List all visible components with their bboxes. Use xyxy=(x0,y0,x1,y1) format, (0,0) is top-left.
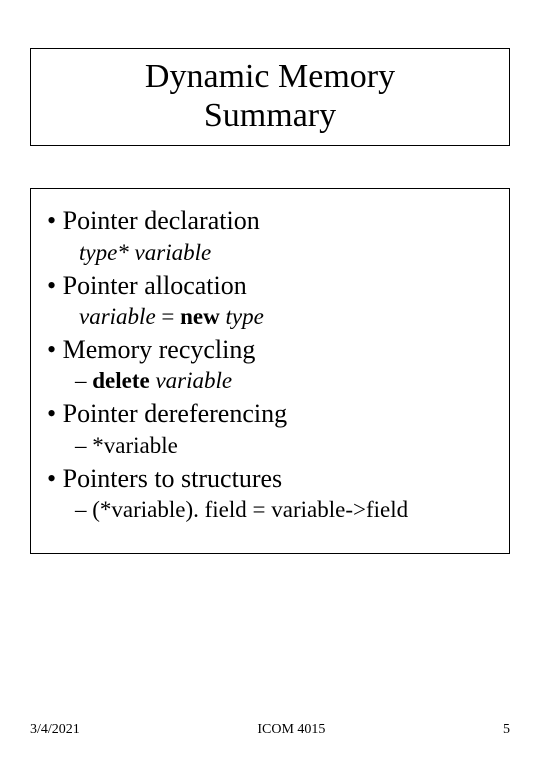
text-type: type xyxy=(226,304,264,329)
slide-title: Dynamic Memory Summary xyxy=(31,57,509,135)
bullet-memory-recycling: Memory recycling xyxy=(65,334,491,367)
text-variable: variable xyxy=(79,304,156,329)
footer-date: 3/4/2021 xyxy=(30,722,80,738)
text-new: new xyxy=(180,304,220,329)
dash-prefix: – xyxy=(75,368,92,393)
bullet-pointer-allocation: Pointer allocation xyxy=(65,270,491,303)
bullet-pointer-declaration: Pointer declaration xyxy=(65,205,491,238)
text-delete: delete xyxy=(92,368,149,393)
title-line-2: Summary xyxy=(204,97,336,134)
title-box: Dynamic Memory Summary xyxy=(30,48,510,146)
bullet-pointer-dereferencing: Pointer dereferencing xyxy=(65,398,491,431)
footer-course: ICOM 4015 xyxy=(80,722,503,738)
sub-pointer-declaration: type* variable xyxy=(79,238,491,268)
sub-pointer-dereferencing: – *variable xyxy=(91,431,491,461)
content-box: Pointer declaration type* variable Point… xyxy=(30,188,510,554)
text-equals: = xyxy=(156,304,180,329)
text-variable-2: variable xyxy=(155,368,232,393)
sub-memory-recycling: – delete variable xyxy=(91,366,491,396)
sub-pointers-to-structures: – (*variable). field = variable->field xyxy=(91,495,491,525)
title-line-1: Dynamic Memory xyxy=(145,58,395,95)
bullet-pointers-to-structures: Pointers to structures xyxy=(65,463,491,496)
sub-pointer-allocation: variable = new type xyxy=(79,302,491,332)
footer-page-number: 5 xyxy=(503,722,510,738)
footer: 3/4/2021 ICOM 4015 5 xyxy=(30,722,510,738)
